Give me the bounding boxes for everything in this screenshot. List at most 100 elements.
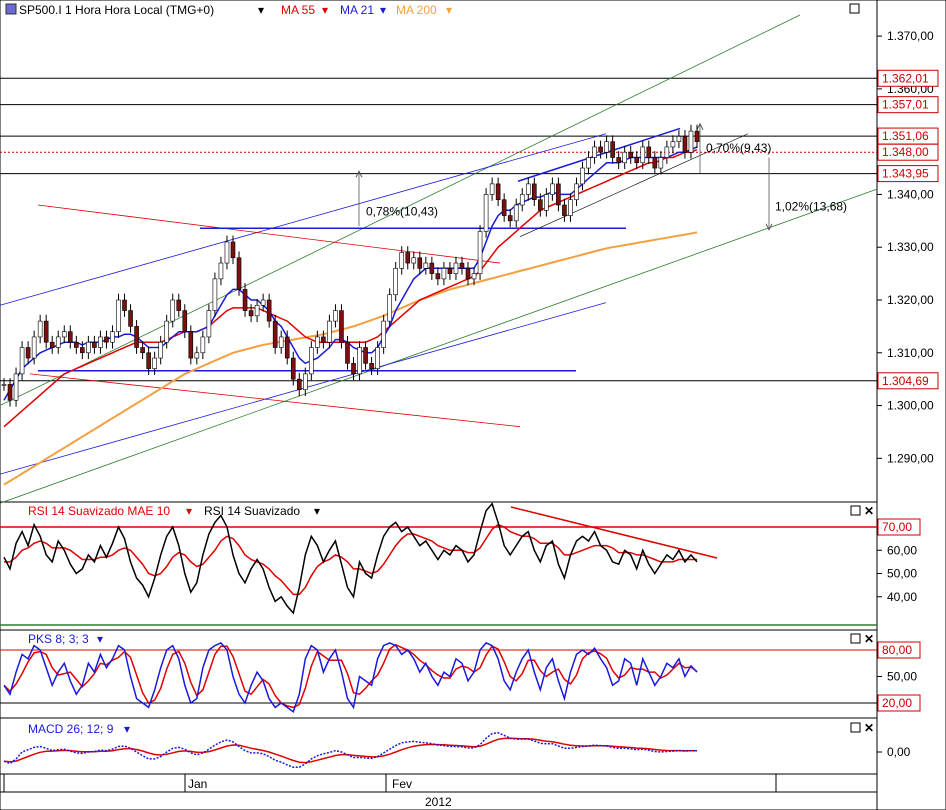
candle-body <box>212 278 218 311</box>
candle-body <box>610 141 615 158</box>
candle-body <box>158 341 163 359</box>
candle-body <box>345 341 350 364</box>
price-tag: 1.343,95 <box>882 167 929 181</box>
macd-title[interactable]: MACD 26; 12; 9 <box>28 722 114 736</box>
pks-tag: 80,00 <box>882 643 912 657</box>
pks-tick-label: 50,00 <box>887 670 917 684</box>
ma21-dropdown-icon[interactable]: ▾ <box>380 3 386 17</box>
candle-body <box>459 262 465 269</box>
candle-body <box>399 252 405 269</box>
candle-body <box>538 199 543 211</box>
main-header[interactable]: SP500.I 1 Hora Hora Local (TMG+0) <box>19 3 214 17</box>
ma200-label[interactable]: MA 200 <box>396 3 437 17</box>
candle-body <box>447 268 453 274</box>
candle-body <box>405 252 411 264</box>
candle-body <box>664 146 670 158</box>
candle-body <box>19 347 25 375</box>
pks-title[interactable]: PKS 8; 3; 3 <box>28 632 89 646</box>
candle-body <box>49 341 55 348</box>
candle-body <box>531 183 537 201</box>
year-label: 2012 <box>425 795 452 809</box>
rsi-close-icon[interactable]: ✕ <box>864 504 874 518</box>
candle-body <box>37 320 43 338</box>
candle-body <box>333 310 338 322</box>
main-panel <box>0 0 878 503</box>
pks-tag: 20,00 <box>882 696 912 710</box>
pks-close-icon[interactable]: ✕ <box>864 632 874 646</box>
rsi-tick-label: 60,00 <box>887 543 917 557</box>
annotation-label: 0,78%(10,43) <box>366 205 438 219</box>
candle-body <box>435 273 441 280</box>
ma55-dropdown-icon[interactable]: ▾ <box>322 3 328 17</box>
rsi-tag: 70,00 <box>882 520 912 534</box>
candle-body <box>598 146 603 153</box>
pks-dropdown-icon[interactable]: ▾ <box>97 632 103 646</box>
ma200-dropdown-icon[interactable]: ▾ <box>446 3 452 17</box>
price-tag: 1.348,00 <box>882 145 929 159</box>
candle-body <box>116 299 121 332</box>
candle-body <box>260 299 266 306</box>
candle-body <box>465 268 471 280</box>
candle-body <box>658 157 664 169</box>
candle-body <box>98 336 103 348</box>
macd-dropdown-icon[interactable]: ▾ <box>124 722 130 736</box>
header-dropdown-icon[interactable]: ▾ <box>258 3 264 17</box>
candle-body <box>513 204 519 222</box>
candle-body <box>652 157 658 169</box>
ma21-label[interactable]: MA 21 <box>340 3 374 17</box>
candle-body <box>646 146 652 158</box>
candle-body <box>296 378 302 391</box>
candle-body <box>7 384 13 401</box>
price-tick-label: 1.310,00 <box>887 346 934 360</box>
candle-body <box>622 151 627 164</box>
candle-body <box>254 304 260 317</box>
candle-body <box>122 299 127 311</box>
candle-body <box>568 199 573 216</box>
time-axis <box>0 773 878 793</box>
price-tick-label: 1.370,00 <box>887 29 934 43</box>
candle-body <box>381 320 386 348</box>
candle-body <box>86 341 91 354</box>
candle-body <box>134 326 139 348</box>
candle-body <box>236 257 242 290</box>
candle-body <box>43 320 49 343</box>
candle-body <box>315 336 320 348</box>
candle-body <box>640 146 646 164</box>
candle-body <box>164 320 170 343</box>
candle-body <box>375 347 380 369</box>
ma55-label[interactable]: MA 55 <box>281 3 315 17</box>
candle-body <box>278 336 284 348</box>
price-tick-label: 1.300,00 <box>887 399 934 413</box>
candle-body <box>303 373 308 391</box>
candle-body <box>429 262 435 274</box>
candle-body <box>110 331 115 343</box>
rsi-dropdown-icon[interactable]: ▾ <box>314 504 320 518</box>
candle-body <box>483 194 489 232</box>
candle-body <box>604 141 609 153</box>
candle-body <box>369 363 374 369</box>
price-tick-label: 1.290,00 <box>887 451 934 465</box>
candle-body <box>140 347 145 354</box>
candle-body <box>544 194 549 211</box>
macd-close-icon[interactable]: ✕ <box>864 721 874 735</box>
candle-body <box>176 299 182 311</box>
pks-panel <box>0 629 878 719</box>
price-tag: 1.304,69 <box>882 374 929 388</box>
candle-body <box>628 151 634 158</box>
candle-body <box>351 363 356 375</box>
rsi-mae-title[interactable]: RSI 14 Suavizado MAE 10 <box>28 504 170 518</box>
month-label-fev: Fev <box>392 777 412 791</box>
candle-body <box>574 183 579 201</box>
price-tag: 1.351,06 <box>882 129 929 143</box>
candle-body <box>495 183 501 201</box>
candle-body <box>676 136 682 142</box>
candle-body <box>556 183 561 206</box>
candle-body <box>104 336 109 343</box>
symbol-icon[interactable] <box>5 3 17 15</box>
rsi-title[interactable]: RSI 14 Suavizado <box>204 504 300 518</box>
candle-body <box>682 136 688 153</box>
price-tag: 1.357,01 <box>882 98 929 112</box>
candle-body <box>550 183 555 195</box>
candle-body <box>230 241 236 259</box>
rsi-mae-dropdown-icon[interactable]: ▾ <box>186 504 192 518</box>
